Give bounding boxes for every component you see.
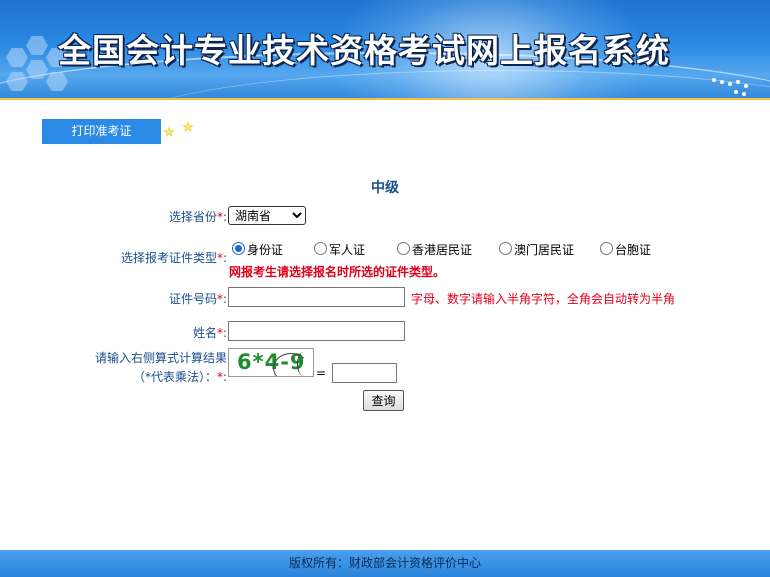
dot-decoration-icon — [712, 78, 716, 82]
radio-unchecked-icon[interactable] — [600, 242, 613, 255]
captcha-label-line1: 请输入右侧算式计算结果 — [94, 351, 227, 365]
captcha-label-line2: （*代表乘法）：*: — [80, 368, 227, 385]
radio-unchecked-icon[interactable] — [397, 242, 410, 255]
id-type-option-hongkong[interactable]: 香港居民证 — [397, 241, 472, 258]
name-label-text: 姓名 — [192, 326, 217, 340]
hexagon-decoration-icon — [26, 36, 48, 55]
id-type-option-military[interactable]: 军人证 — [314, 241, 365, 258]
id-type-option-macau[interactable]: 澳门居民证 — [499, 241, 574, 258]
radio-label: 台胞证 — [615, 243, 652, 257]
radio-checked-icon[interactable] — [232, 242, 245, 255]
footer: 版权所有：财政部会计资格评价中心 — [0, 550, 770, 577]
dot-decoration-icon — [742, 92, 746, 96]
query-button[interactable]: 查询 — [363, 390, 404, 411]
label-colon: : — [222, 326, 227, 340]
province-label: 选择省份*: — [120, 208, 227, 225]
province-label-text: 选择省份 — [168, 210, 217, 224]
equals-sign: = — [316, 366, 327, 380]
name-label: 姓名*: — [120, 324, 227, 341]
captcha-answer-input[interactable] — [332, 363, 397, 383]
dot-decoration-icon — [734, 90, 738, 94]
id-type-option-id-card[interactable]: 身份证 — [232, 241, 283, 258]
dot-decoration-icon — [728, 82, 732, 86]
name-input[interactable] — [228, 321, 405, 341]
id-number-input[interactable] — [228, 287, 405, 307]
id-type-option-taiwan[interactable]: 台胞证 — [600, 241, 651, 258]
radio-label: 澳门居民证 — [514, 243, 575, 257]
hexagon-decoration-icon — [6, 48, 28, 67]
label-colon: : — [222, 292, 227, 306]
id-number-label: 证件号码*: — [120, 290, 227, 307]
id-type-warning: 网报考生请选择报名时所选的证件类型。 — [229, 265, 446, 279]
id-type-label-text: 选择报考证件类型 — [120, 251, 217, 265]
radio-label: 身份证 — [247, 243, 284, 257]
label-colon: : — [222, 370, 227, 384]
captcha-image[interactable]: 6*4-9 — [228, 348, 314, 377]
id-number-hint: 字母、数字请输入半角字符，全角会自动转为半角 — [411, 292, 676, 306]
star-icon — [182, 121, 194, 132]
exam-level-heading: 中级 — [371, 180, 399, 196]
site-title: 全国会计专业技术资格考试网上报名系统 — [58, 31, 670, 70]
radio-unchecked-icon[interactable] — [314, 242, 327, 255]
star-icon — [163, 126, 175, 137]
dot-decoration-icon — [720, 80, 724, 84]
radio-label: 军人证 — [329, 243, 366, 257]
label-colon: : — [222, 210, 227, 224]
captcha-label-text: （*代表乘法）： — [132, 370, 217, 384]
banner-stripe — [0, 98, 770, 100]
footer-copyright: 版权所有：财政部会计资格评价中心 — [288, 556, 481, 570]
dot-decoration-icon — [744, 84, 748, 88]
id-number-label-text: 证件号码 — [168, 292, 217, 306]
radio-unchecked-icon[interactable] — [499, 242, 512, 255]
label-colon: : — [222, 251, 227, 265]
id-type-label: 选择报考证件类型*: — [80, 249, 227, 266]
radio-label: 香港居民证 — [412, 243, 473, 257]
tab-print-admission-ticket[interactable]: 打印准考证 — [42, 119, 161, 144]
province-select[interactable]: 湖南省 — [228, 206, 306, 225]
header-banner: 全国会计专业技术资格考试网上报名系统 — [0, 0, 770, 100]
dot-decoration-icon — [736, 80, 740, 84]
captcha-noise — [297, 352, 310, 376]
